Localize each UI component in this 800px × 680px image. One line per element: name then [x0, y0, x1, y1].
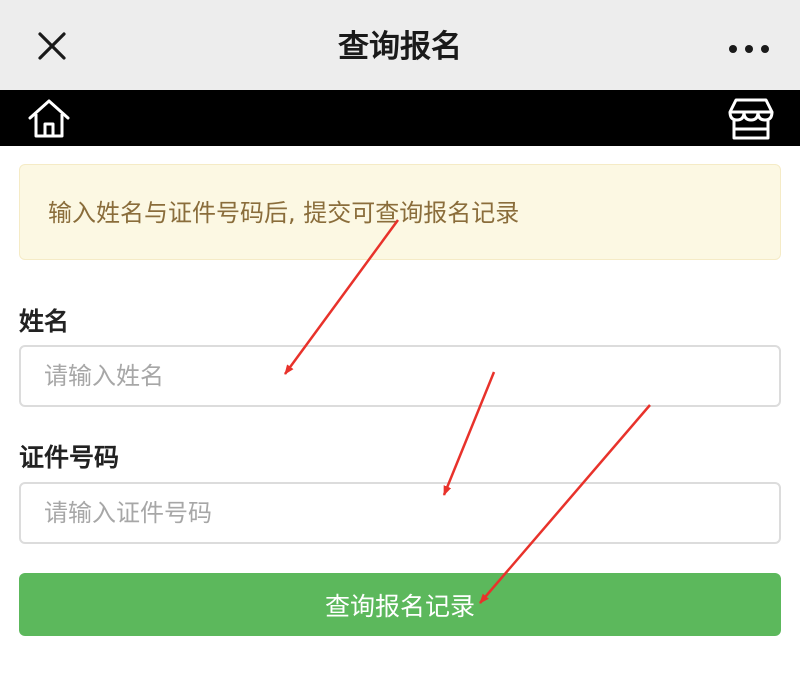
query-records-button[interactable]: 查询报名记录 [19, 573, 781, 636]
name-input[interactable] [19, 345, 781, 407]
more-button[interactable] [724, 30, 774, 66]
notice-box: 输入姓名与证件号码后, 提交可查询报名记录 [19, 164, 781, 260]
id-number-label: 证件号码 [19, 443, 120, 472]
title-bar: 查询报名 [0, 0, 800, 90]
page-title: 查询报名 [338, 29, 462, 65]
more-dots-icon [729, 45, 769, 53]
notice-text: 输入姓名与证件号码后, 提交可查询报名记录 [48, 199, 520, 227]
shop-icon [728, 98, 774, 140]
close-icon [38, 32, 66, 60]
name-label: 姓名 [19, 307, 70, 336]
home-icon [28, 99, 70, 138]
home-button[interactable] [26, 96, 72, 142]
id-number-input[interactable] [19, 482, 781, 544]
nav-bar [0, 90, 800, 146]
page: 查询报名 输入姓名与证件号码后, 提交可查询报名记录 姓名 请输入姓名 证件号码… [0, 0, 800, 680]
close-button[interactable] [34, 28, 70, 64]
shop-button[interactable] [726, 96, 776, 142]
